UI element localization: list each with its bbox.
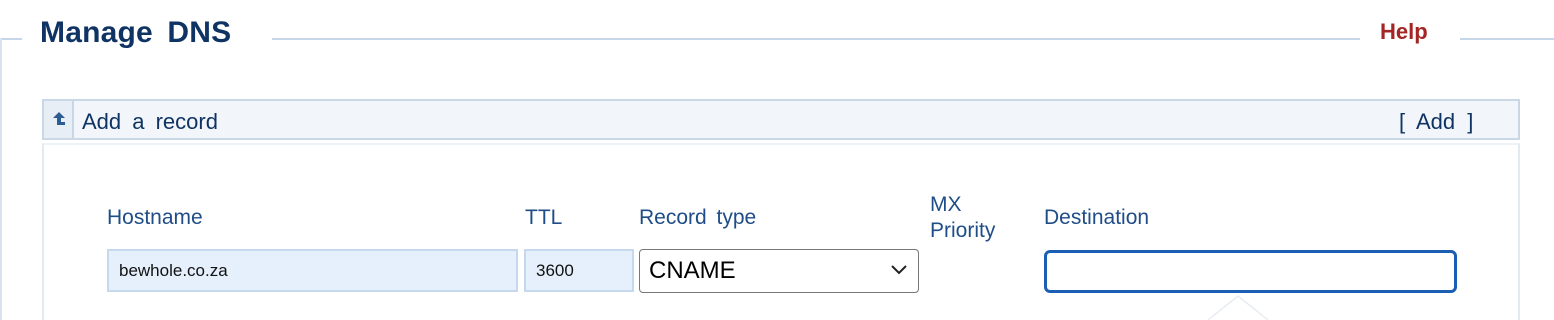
chevron-down-icon [891, 265, 907, 275]
ttl-input[interactable] [524, 249, 634, 292]
manage-dns-panel: Manage DNS Help Add a record [ Add ] Hos… [0, 0, 1554, 320]
destination-input[interactable] [1044, 250, 1457, 293]
hostname-input[interactable] [107, 249, 518, 292]
add-record-button[interactable]: [ Add ] [1399, 109, 1473, 135]
fieldset-border-vertical [0, 38, 2, 320]
hostname-label: Hostname [107, 206, 203, 229]
fieldset-border-right [1460, 38, 1554, 40]
record-type-select[interactable]: CNAME [639, 249, 919, 293]
help-link[interactable]: Help [1380, 19, 1428, 45]
add-record-form [42, 143, 1520, 320]
fieldset-border-left [0, 38, 22, 40]
collapse-toggle[interactable] [44, 101, 74, 138]
page-title: Manage DNS [40, 16, 232, 49]
destination-label: Destination [1044, 206, 1150, 229]
ttl-label: TTL [525, 206, 563, 229]
mx-priority-label-line2: Priority [930, 219, 996, 242]
record-type-selected-value: CNAME [649, 257, 736, 284]
add-record-bar [42, 99, 1520, 140]
arrow-up-icon [53, 112, 65, 125]
mx-priority-label: MX Priority [930, 192, 995, 244]
fieldset-border-middle [272, 38, 1360, 40]
mx-priority-label-line1: MX [930, 193, 962, 216]
tooltip-pointer [1208, 295, 1268, 320]
add-record-label: Add a record [82, 109, 218, 134]
record-type-label: Record type [639, 206, 757, 229]
